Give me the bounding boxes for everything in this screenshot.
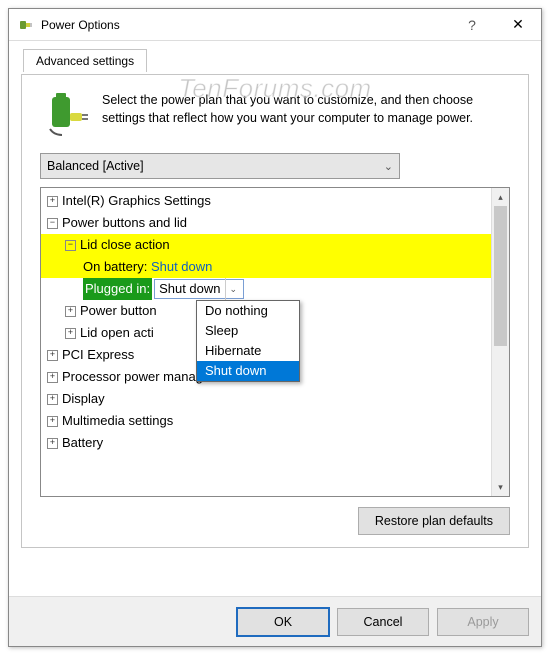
collapse-icon[interactable]: − [65, 240, 76, 251]
settings-tree: +Intel(R) Graphics Settings −Power butto… [40, 187, 510, 497]
dropdown-option-sleep[interactable]: Sleep [197, 321, 299, 341]
expand-icon[interactable]: + [47, 416, 58, 427]
power-plan-select[interactable]: Balanced [Active] ⌄ [40, 153, 400, 179]
expand-icon[interactable]: + [65, 306, 76, 317]
plugged-in-value: Shut down [159, 278, 220, 300]
expand-icon[interactable]: + [47, 438, 58, 449]
expand-icon[interactable]: + [47, 394, 58, 405]
close-button[interactable]: ✕ [495, 9, 541, 41]
plan-select-value: Balanced [Active] [47, 159, 144, 173]
tree-node-graphics[interactable]: +Intel(R) Graphics Settings [41, 190, 509, 212]
on-battery-value: Shut down [151, 256, 212, 278]
scrollbar[interactable]: ▴ ▾ [491, 188, 509, 496]
battery-plug-icon [42, 91, 90, 139]
tree-node-lid-close-action[interactable]: −Lid close action [41, 234, 509, 256]
cancel-button[interactable]: Cancel [337, 608, 429, 636]
intro-text: Select the power plan that you want to c… [102, 91, 508, 127]
scroll-down-icon[interactable]: ▾ [492, 478, 509, 496]
scroll-thumb[interactable] [494, 206, 507, 346]
tab-strip: Advanced settings [21, 49, 529, 75]
plugged-in-dropdown: Do nothing Sleep Hibernate Shut down [196, 300, 300, 382]
help-button[interactable]: ? [449, 9, 495, 41]
tree-node-on-battery[interactable]: On battery: Shut down [41, 256, 509, 278]
tree-node-display[interactable]: +Display [41, 388, 509, 410]
dropdown-option-hibernate[interactable]: Hibernate [197, 341, 299, 361]
content-area: Advanced settings Select the power plan … [9, 41, 541, 560]
collapse-icon[interactable]: − [47, 218, 58, 229]
ok-button[interactable]: OK [237, 608, 329, 636]
dropdown-option-shut-down[interactable]: Shut down [197, 361, 299, 381]
scroll-up-icon[interactable]: ▴ [492, 188, 509, 206]
chevron-down-icon: ⌄ [384, 160, 393, 173]
intro-row: Select the power plan that you want to c… [34, 87, 516, 153]
tree-node-plugged-in[interactable]: Plugged in: Shut down ⌄ [41, 278, 509, 300]
tab-body: Select the power plan that you want to c… [21, 74, 529, 548]
window-title: Power Options [41, 18, 449, 32]
tree-node-power-buttons-lid[interactable]: −Power buttons and lid [41, 212, 509, 234]
dialog-footer: OK Cancel Apply [9, 596, 541, 646]
expand-icon[interactable]: + [47, 372, 58, 383]
dropdown-option-do-nothing[interactable]: Do nothing [197, 301, 299, 321]
expand-icon[interactable]: + [65, 328, 76, 339]
chevron-down-icon: ⌄ [225, 278, 242, 300]
power-options-window: Power Options ? ✕ Advanced settings Sele… [8, 8, 542, 647]
restore-defaults-button[interactable]: Restore plan defaults [358, 507, 510, 535]
titlebar: Power Options ? ✕ [9, 9, 541, 41]
expand-icon[interactable]: + [47, 196, 58, 207]
tab-advanced-settings[interactable]: Advanced settings [23, 49, 147, 72]
tree-node-multimedia[interactable]: +Multimedia settings [41, 410, 509, 432]
tree-node-battery[interactable]: +Battery [41, 432, 509, 454]
plugged-in-combo[interactable]: Shut down ⌄ [154, 279, 244, 299]
expand-icon[interactable]: + [47, 350, 58, 361]
power-plug-icon [17, 17, 33, 33]
apply-button[interactable]: Apply [437, 608, 529, 636]
